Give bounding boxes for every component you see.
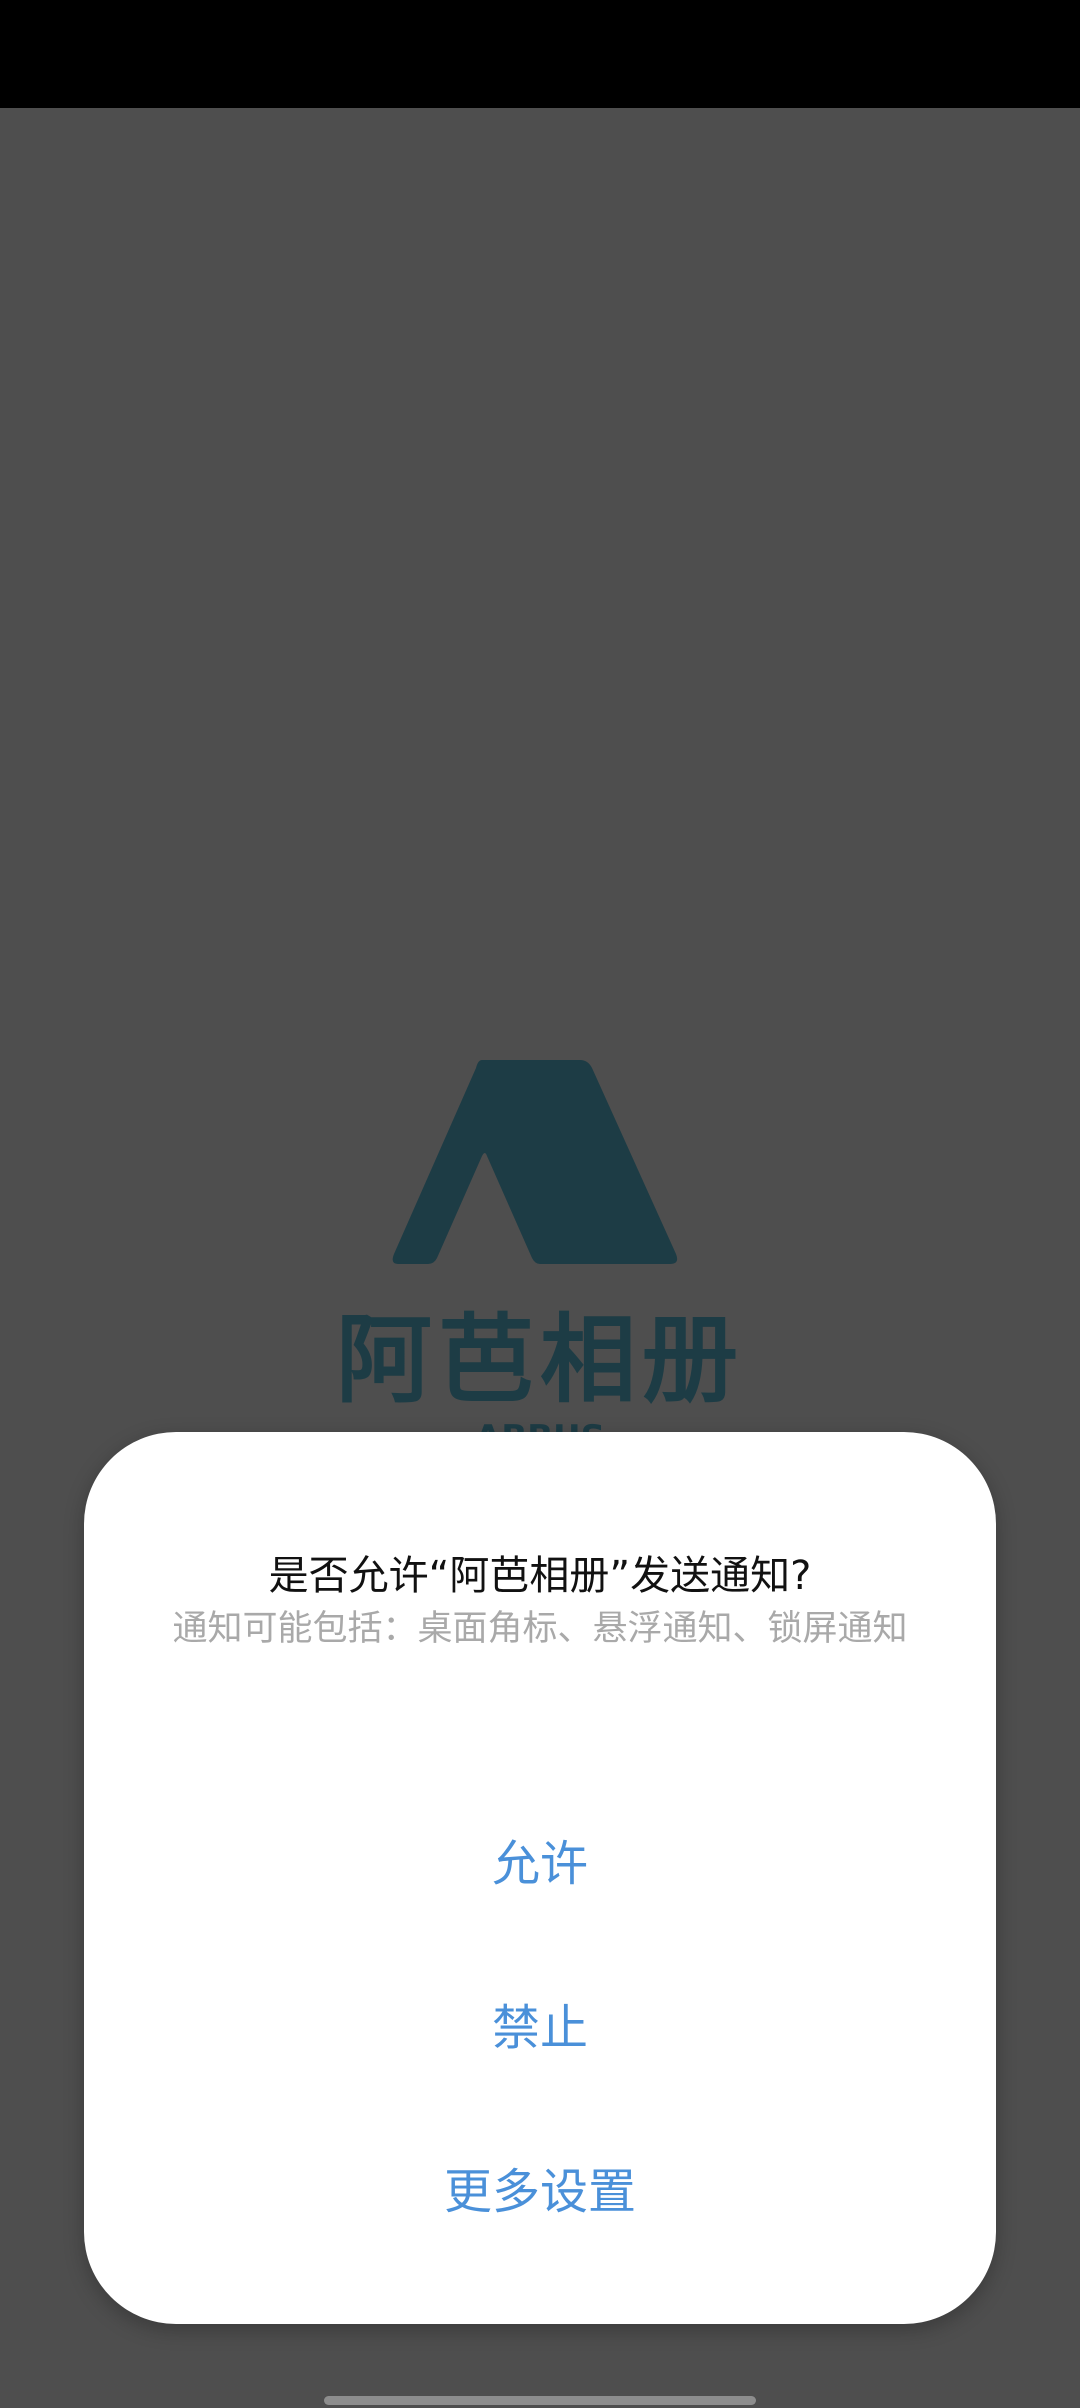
tent-logo-shape (392, 1060, 678, 1264)
allow-button[interactable]: 允许 (124, 1794, 956, 1934)
dialog-title: 是否允许“阿芭相册”发送通知? (268, 1553, 812, 1599)
tent-logo-icon (392, 1060, 678, 1264)
deny-button[interactable]: 禁止 (124, 1958, 956, 2098)
notification-permission-dialog: 是否允许“阿芭相册”发送通知? 通知可能包括：桌面角标、悬浮通知、锁屏通知 允许… (84, 1432, 996, 2324)
dialog-message: 通知可能包括：桌面角标、悬浮通知、锁屏通知 (172, 1609, 908, 1649)
app-name: 阿芭相册 (336, 1304, 744, 1416)
status-bar (0, 0, 1080, 108)
gesture-handle[interactable] (324, 2396, 756, 2405)
more-settings-button[interactable]: 更多设置 (124, 2122, 956, 2262)
